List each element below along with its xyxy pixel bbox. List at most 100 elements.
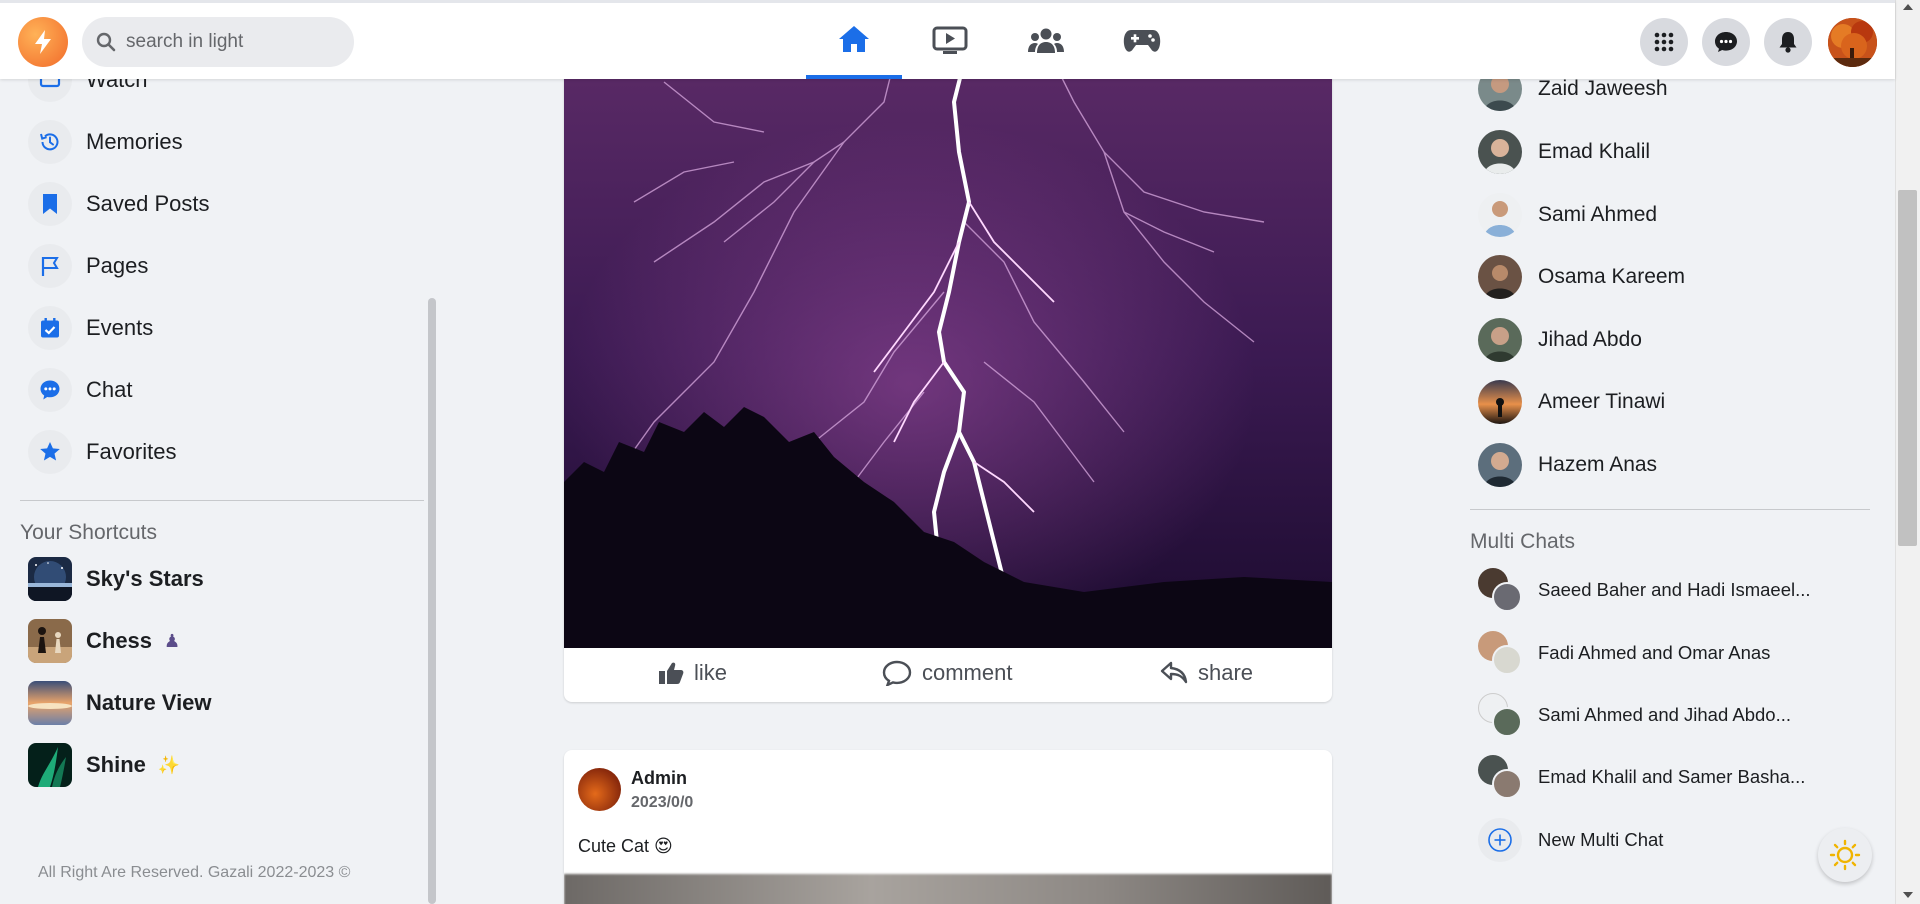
apps-menu-button[interactable] xyxy=(1640,18,1688,66)
shortcut-shine[interactable]: Shine ✨ xyxy=(28,741,180,789)
star-icon xyxy=(28,430,72,474)
comment-label: comment xyxy=(922,660,1013,685)
shortcuts-title: Your Shortcuts xyxy=(20,521,157,544)
cat-photo[interactable] xyxy=(564,874,1332,904)
new-multi-chat-button[interactable]: New Multi Chat xyxy=(1478,815,1663,865)
shortcut-label: Nature View xyxy=(86,690,212,715)
author-avatar[interactable] xyxy=(578,768,621,811)
contact-item[interactable]: Jihad Abdo xyxy=(1478,315,1642,365)
contact-avatar xyxy=(1478,255,1522,299)
post-date: 2023/0/0 xyxy=(631,794,694,811)
nature-view-thumbnail xyxy=(28,681,72,725)
sidebar-divider xyxy=(20,500,424,501)
tab-groups[interactable] xyxy=(998,3,1094,79)
lightning-photo[interactable] xyxy=(564,62,1332,648)
sky-stars-thumbnail xyxy=(28,557,72,601)
bookmark-icon xyxy=(28,182,72,226)
shortcut-chess[interactable]: Chess ♟ xyxy=(28,617,180,665)
contact-avatar xyxy=(1478,380,1522,424)
shortcut-nature-view[interactable]: Nature View xyxy=(28,679,212,727)
autumn-tree-avatar-image xyxy=(1828,18,1877,67)
multi-chat-item[interactable]: Fadi Ahmed and Omar Anas xyxy=(1478,628,1770,678)
theme-toggle-button[interactable] xyxy=(1818,828,1872,882)
sidebar-item-saved-posts[interactable]: Saved Posts xyxy=(28,178,210,230)
bell-icon xyxy=(1779,32,1797,53)
contact-name: Hazem Anas xyxy=(1538,453,1658,476)
contact-item[interactable]: Hazem Anas xyxy=(1478,440,1657,490)
sidebar-item-label: Saved Posts xyxy=(86,191,210,216)
contact-item[interactable]: Ameer Tinawi xyxy=(1478,377,1665,427)
multi-chat-item[interactable]: Sami Ahmed and Jihad Abdo... xyxy=(1478,690,1791,740)
post-card: Admin 2023/0/0 Cute Cat 😍 xyxy=(564,750,1332,904)
sun-icon xyxy=(1829,839,1861,871)
tab-gaming[interactable] xyxy=(1094,3,1190,79)
multi-chat-avatars xyxy=(1478,568,1522,612)
multi-chats-title: Multi Chats xyxy=(1470,530,1576,553)
tab-watch[interactable] xyxy=(902,3,998,79)
multi-chat-item[interactable]: Emad Khalil and Samer Basha... xyxy=(1478,752,1805,802)
app-logo[interactable] xyxy=(18,17,68,67)
tab-home[interactable] xyxy=(806,3,902,79)
sidebar-item-label: Events xyxy=(86,315,154,340)
contact-name: Zaid Jaweesh xyxy=(1538,77,1668,100)
post-author-name[interactable]: Admin xyxy=(631,768,687,789)
left-sidebar-scrollbar[interactable] xyxy=(428,298,436,904)
sidebar-item-label: Favorites xyxy=(86,439,177,464)
sidebar-item-memories[interactable]: Memories xyxy=(28,116,183,168)
shortcut-label: Sky's Stars xyxy=(86,566,204,591)
multi-chat-name: Saeed Baher and Hadi Ismaeel... xyxy=(1538,579,1811,600)
post-caption: Cute Cat 😍 xyxy=(578,836,673,856)
search-icon xyxy=(96,32,116,52)
contact-name: Jihad Abdo xyxy=(1538,328,1642,351)
contact-item[interactable]: Emad Khalil xyxy=(1478,127,1650,177)
top-navbar xyxy=(0,0,1895,79)
like-button[interactable]: like xyxy=(658,660,727,686)
plus-circle-icon xyxy=(1478,818,1522,862)
multi-chat-item[interactable]: Saeed Baher and Hadi Ismaeel... xyxy=(1478,565,1811,615)
home-icon xyxy=(839,26,869,52)
share-button[interactable]: share xyxy=(1160,660,1253,686)
flag-icon xyxy=(28,244,72,288)
chat-bubble-icon xyxy=(28,368,72,412)
comment-button[interactable]: comment xyxy=(882,660,1012,686)
shine-thumbnail xyxy=(28,743,72,787)
share-label: share xyxy=(1198,660,1254,685)
chess-thumbnail xyxy=(28,619,72,663)
grid-dots-icon xyxy=(1654,32,1674,52)
lightning-icon xyxy=(35,30,51,54)
multi-chat-avatars xyxy=(1478,693,1522,737)
contact-avatar xyxy=(1478,193,1522,237)
sidebar-item-pages[interactable]: Pages xyxy=(28,240,148,292)
share-arrow-icon xyxy=(1160,661,1188,684)
gamepad-icon xyxy=(1123,30,1161,52)
contact-item[interactable]: Osama Kareem xyxy=(1478,252,1685,302)
search-box[interactable] xyxy=(82,17,354,67)
multi-chat-avatars xyxy=(1478,755,1522,799)
contact-name: Emad Khalil xyxy=(1538,140,1651,163)
contact-name: Osama Kareem xyxy=(1538,265,1686,288)
users-group-icon xyxy=(1028,28,1064,53)
sidebar-item-chat[interactable]: Chat xyxy=(28,364,132,416)
search-input[interactable] xyxy=(126,31,346,53)
sidebar-item-favorites[interactable]: Favorites xyxy=(28,426,176,478)
page-scrollbar-thumb[interactable] xyxy=(1898,190,1917,546)
scroll-down-arrow-icon[interactable] xyxy=(1901,890,1915,900)
sidebar-item-label: Pages xyxy=(86,253,149,278)
calendar-icon xyxy=(28,306,72,350)
profile-avatar[interactable] xyxy=(1828,18,1877,67)
new-multi-chat-label: New Multi Chat xyxy=(1538,829,1664,850)
scroll-up-arrow-icon[interactable] xyxy=(1901,2,1915,12)
messenger-button[interactable] xyxy=(1702,18,1750,66)
shortcut-skys-stars[interactable]: Sky's Stars xyxy=(28,555,204,603)
shortcut-label: Chess xyxy=(86,628,153,653)
contact-name: Sami Ahmed xyxy=(1538,203,1658,226)
contact-item[interactable]: Sami Ahmed xyxy=(1478,190,1657,240)
sidebar-divider xyxy=(1470,509,1870,510)
multi-chat-name: Fadi Ahmed and Omar Anas xyxy=(1538,642,1771,663)
contact-name: Ameer Tinawi xyxy=(1538,390,1666,413)
video-play-icon xyxy=(932,26,968,54)
notifications-button[interactable] xyxy=(1764,18,1812,66)
shortcut-label: Shine xyxy=(86,752,146,777)
multi-chat-avatars xyxy=(1478,631,1522,675)
sidebar-item-events[interactable]: Events xyxy=(28,302,153,354)
